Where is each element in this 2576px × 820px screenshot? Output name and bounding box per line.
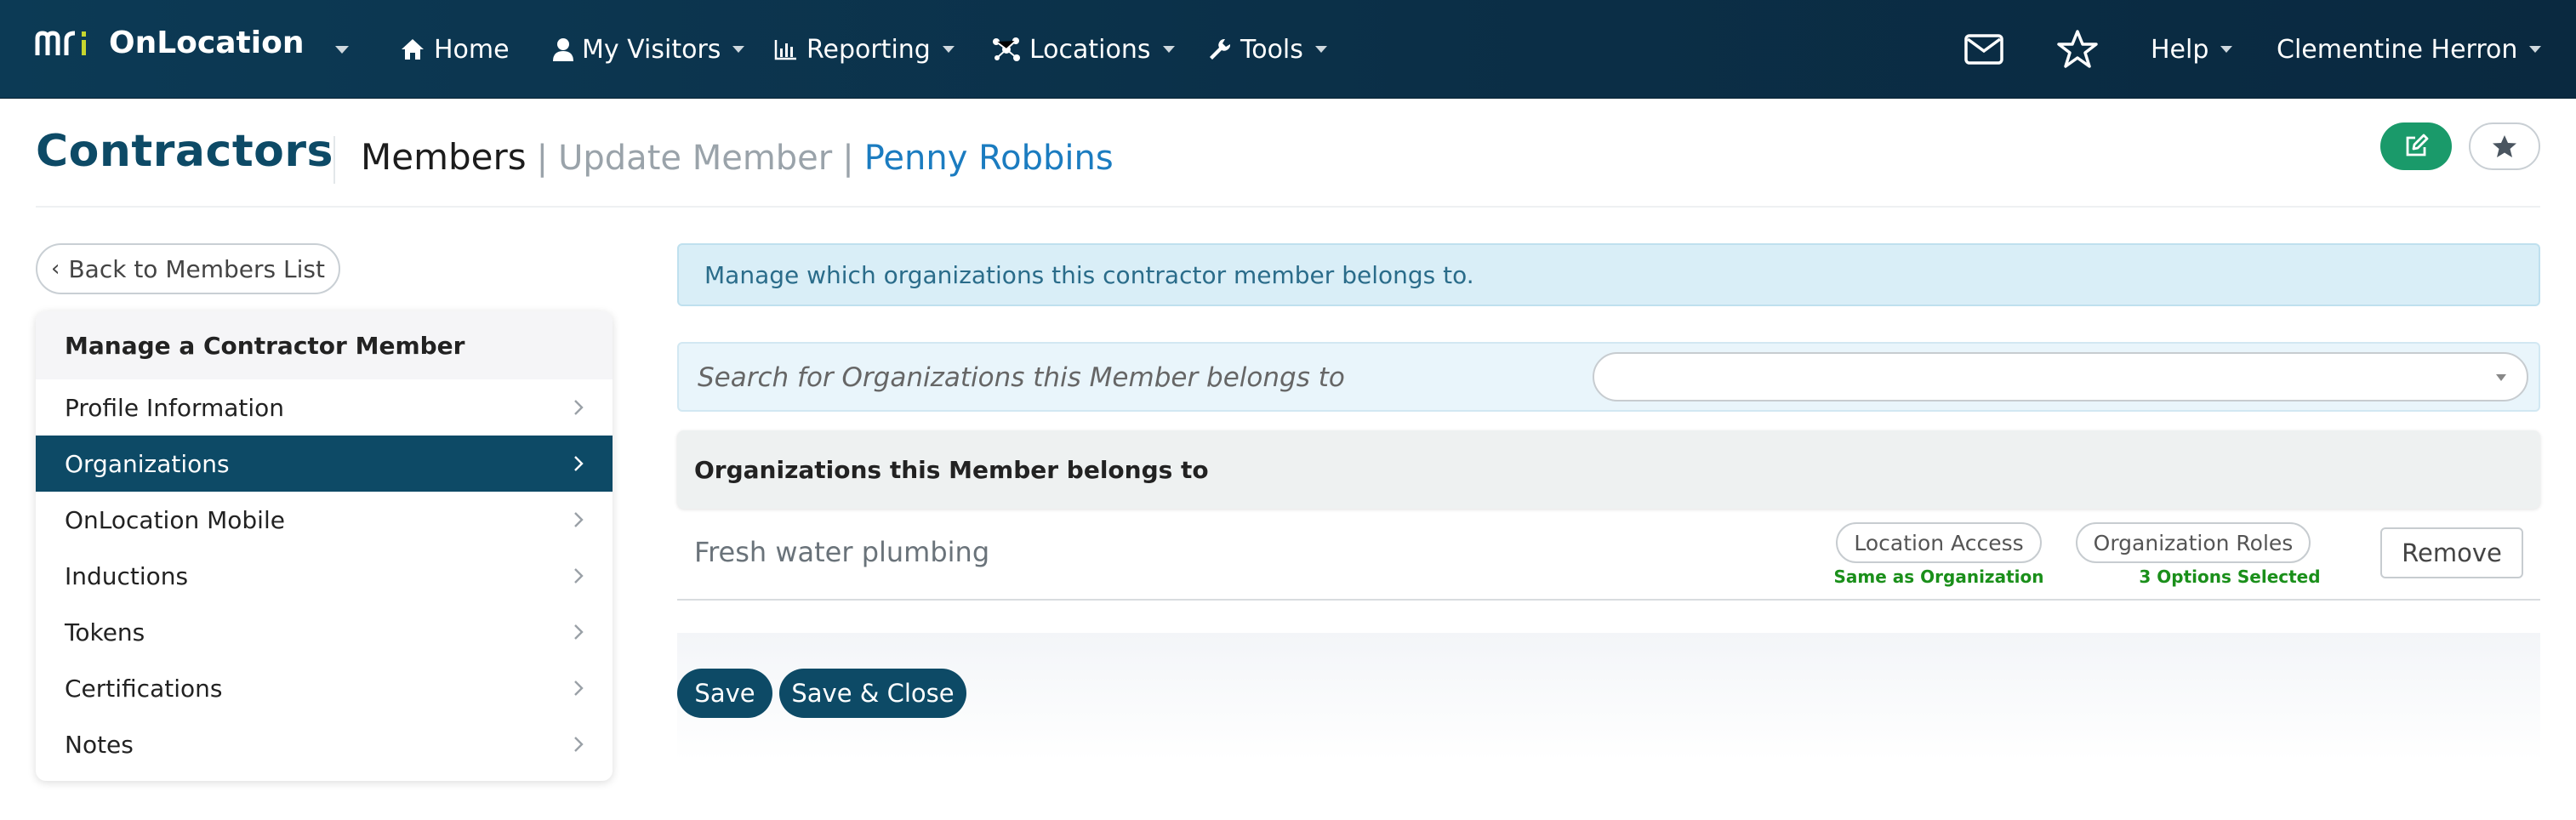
breadcrumb: Members | Update Member | Penny Robbins [361,136,1114,178]
sidebar-item-certifications[interactable]: Certifications [36,660,613,716]
chevron-right-icon [570,680,587,697]
brand-dropdown-caret-icon[interactable] [335,46,349,54]
nav-reporting-label: Reporting [806,35,931,65]
sidebar-item-profile-information[interactable]: Profile Information [36,379,613,436]
star-icon [2492,134,2517,158]
breadcrumb-members: Members [361,136,527,178]
top-navbar: OnLocation Home My Visitors Reporting [0,0,2576,99]
location-access-button[interactable]: Location Access [1836,522,2042,563]
chevron-right-icon [570,399,587,416]
sidebar-item-label: Profile Information [65,394,284,422]
chevron-down-icon [1163,46,1175,53]
organization-search-label: Search for Organizations this Member bel… [698,362,1345,393]
chevron-down-icon [2529,46,2541,53]
chevron-right-icon [570,567,587,584]
brand[interactable]: OnLocation [34,26,304,60]
chevron-right-icon [570,736,587,753]
header-divider [36,206,2540,208]
save-button[interactable]: Save [677,669,772,718]
back-to-members-button[interactable]: ‹ Back to Members List [36,243,340,294]
nav-reporting[interactable]: Reporting [774,0,955,99]
sidebar-menu: Manage a Contractor Member Profile Infor… [36,311,613,781]
sidebar-item-label: Organizations [65,450,230,478]
nav-help[interactable]: Help [2151,0,2232,99]
sidebar-item-label: Tokens [65,618,145,646]
nav-tools-label: Tools [1240,35,1303,65]
organization-row: Fresh water plumbing Location Access Sam… [677,510,2540,601]
dropdown-caret-icon [2496,374,2506,381]
info-alert: Manage which organizations this contract… [677,243,2540,306]
page-title: Contractors [36,126,333,177]
organization-search-select[interactable] [1593,352,2528,401]
remove-organization-button[interactable]: Remove [2380,527,2523,578]
sidebar-item-onlocation-mobile[interactable]: OnLocation Mobile [36,492,613,548]
form-footer: Save Save & Close [677,633,2540,760]
envelope-icon [1964,34,2003,65]
edit-button[interactable] [2380,122,2452,170]
chevron-down-icon [1315,46,1327,53]
nav-help-label: Help [2151,35,2208,65]
nav-my-visitors-label: My Visitors [582,35,721,65]
chevron-down-icon [732,46,744,53]
nav-home[interactable]: Home [400,0,510,99]
messages-button[interactable] [1960,26,2008,73]
nav-tools[interactable]: Tools [1208,0,1327,99]
sidebar-item-label: OnLocation Mobile [65,506,285,534]
chevron-right-icon [570,624,587,641]
sidebar-item-notes[interactable]: Notes [36,716,613,772]
sidebar-heading: Manage a Contractor Member [36,311,613,379]
nav-locations-label: Locations [1029,35,1151,65]
sidebar-item-inductions[interactable]: Inductions [36,548,613,604]
breadcrumb-separator: | [842,139,853,178]
chevron-right-icon [570,455,587,472]
wrench-icon [1208,37,1232,61]
user-menu[interactable]: Clementine Herron [2277,0,2541,99]
user-icon [553,37,573,61]
nav-my-visitors[interactable]: My Visitors [553,0,744,99]
breadcrumb-update-member: Update Member [558,139,832,178]
chevron-down-icon [943,46,955,53]
bar-chart-icon [774,38,798,60]
network-icon [992,37,1021,62]
back-to-members-label: Back to Members List [68,255,325,283]
nav-home-label: Home [434,35,510,65]
title-divider [333,136,335,184]
favorite-button[interactable] [2469,122,2540,170]
organization-roles-value: 3 Options Selected [2093,567,2367,587]
location-access-value: Same as Organization [1802,567,2076,587]
organization-name: Fresh water plumbing [694,536,989,568]
breadcrumb-separator: | [537,139,548,178]
organization-search-row: Search for Organizations this Member bel… [677,342,2540,412]
nav-locations[interactable]: Locations [992,0,1175,99]
chevron-down-icon [2220,46,2232,53]
sidebar-item-label: Certifications [65,675,222,703]
chevron-right-icon [570,511,587,528]
favorites-button[interactable] [2054,26,2101,73]
star-outline-icon [2056,29,2099,70]
brand-name: OnLocation [109,26,304,60]
save-and-close-button[interactable]: Save & Close [779,669,966,718]
sidebar-item-label: Inductions [65,562,188,590]
user-name: Clementine Herron [2277,35,2517,65]
sidebar-item-label: Notes [65,731,134,759]
edit-icon [2403,134,2429,159]
organization-roles-button[interactable]: Organization Roles [2076,522,2311,563]
breadcrumb-member-link[interactable]: Penny Robbins [864,139,1114,178]
home-icon [400,37,425,61]
sidebar-item-organizations[interactable]: Organizations [36,436,613,492]
organizations-heading: Organizations this Member belongs to [677,430,2540,509]
chevron-left-icon: ‹ [51,256,60,282]
mri-logo-icon [34,26,97,60]
sidebar-item-tokens[interactable]: Tokens [36,604,613,660]
